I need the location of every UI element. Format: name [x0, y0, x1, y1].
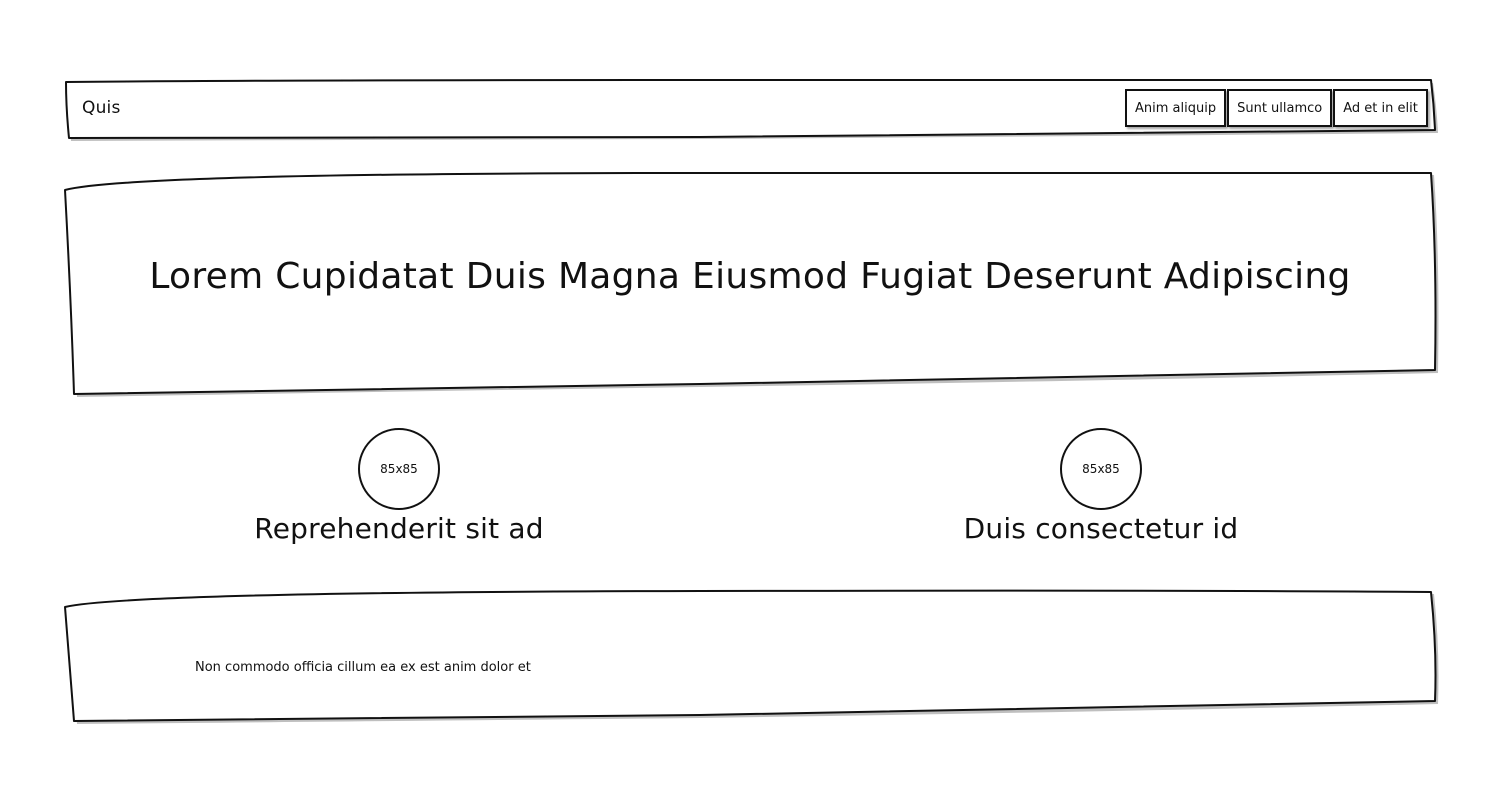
image-size-label: 85x85 — [1082, 462, 1120, 476]
hero-title: Lorem Cupidatat Duis Magna Eiusmod Fugia… — [149, 256, 1351, 297]
nav-button-anim-aliquip[interactable]: Anim aliquip — [1125, 89, 1227, 127]
image-size-label: 85x85 — [380, 462, 418, 476]
brand-logo-text[interactable]: Quis — [82, 98, 121, 118]
page: Quis Anim aliquip Sunt ullamco Ad et in … — [0, 0, 1500, 803]
feature-image-placeholder: 85x85 — [1060, 428, 1142, 510]
nav-button-sunt-ullamco[interactable]: Sunt ullamco — [1227, 89, 1333, 127]
footer-frame — [64, 589, 1437, 722]
top-nav: Anim aliquip Sunt ullamco Ad et in elit — [1125, 89, 1428, 127]
feature-image-placeholder: 85x85 — [358, 428, 440, 510]
feature-title: Reprehenderit sit ad — [254, 512, 544, 545]
nav-button-ad-et-in-elit[interactable]: Ad et in elit — [1333, 89, 1428, 127]
footer-text: Non commodo officia cillum ea ex est ani… — [195, 660, 531, 675]
feature-title: Duis consectetur id — [963, 512, 1239, 545]
